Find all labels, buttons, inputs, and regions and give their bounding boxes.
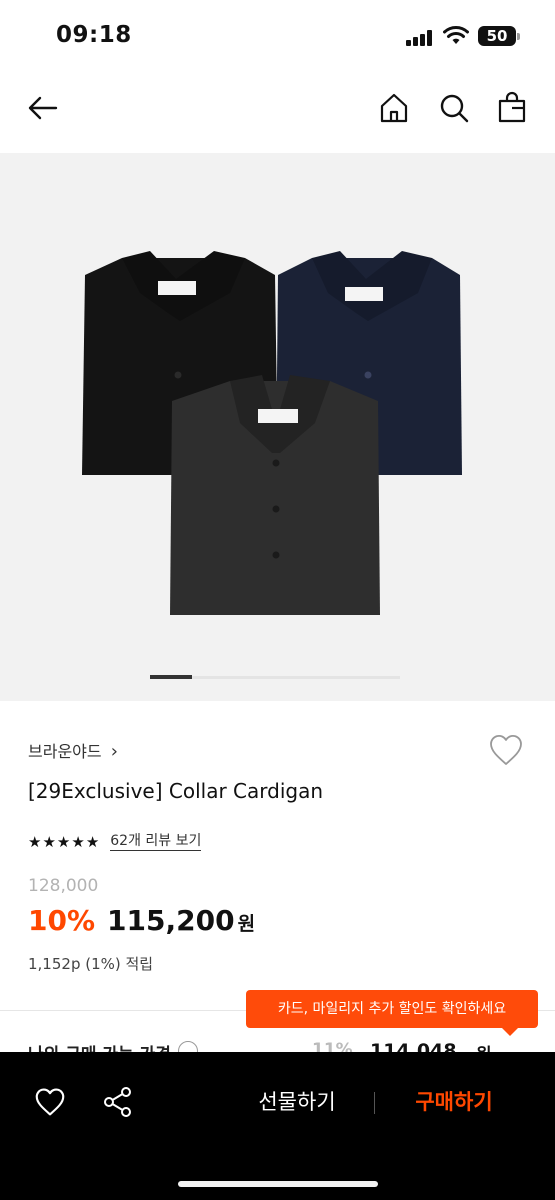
brand-link[interactable]: 브라운야드 › xyxy=(28,738,118,762)
star-icon: ★ xyxy=(42,833,56,851)
wishlist-button[interactable] xyxy=(488,733,524,767)
sale-price: 115,200 xyxy=(107,904,235,937)
back-button[interactable] xyxy=(22,88,62,128)
brand-name: 브라운야드 xyxy=(28,742,102,761)
product-image xyxy=(82,251,462,615)
rating-row: ★ ★ ★ ★ ★ 62개 리뷰 보기 xyxy=(28,833,202,851)
home-indicator[interactable] xyxy=(178,1181,378,1187)
product-image-gallery[interactable] xyxy=(0,153,555,701)
review-link[interactable]: 62개 리뷰 보기 xyxy=(110,833,202,851)
search-button[interactable] xyxy=(434,88,474,128)
shopping-bag-icon xyxy=(498,91,526,123)
discount-rate: 10% xyxy=(28,904,96,937)
home-icon xyxy=(380,93,408,123)
chevron-right-icon: › xyxy=(110,741,118,762)
top-nav xyxy=(0,78,555,142)
bottom-action-bar: 선물하기 구매하기 xyxy=(0,1052,555,1200)
currency-unit: 원 xyxy=(237,913,256,935)
gallery-progress-indicator xyxy=(150,675,192,679)
cellular-signal-icon xyxy=(406,30,434,46)
discount-tooltip[interactable]: 카드, 마일리지 추가 할인도 확인하세요 xyxy=(246,990,538,1036)
arrow-left-icon xyxy=(28,96,58,120)
original-price: 128,000 xyxy=(28,876,99,896)
home-button[interactable] xyxy=(374,88,414,128)
star-icon: ★ xyxy=(85,833,100,851)
price-row: 10% 115,200 원 xyxy=(28,904,255,937)
action-divider xyxy=(374,1092,375,1114)
bottom-wishlist-button[interactable] xyxy=(32,1084,68,1120)
star-icon: ★ xyxy=(71,833,85,851)
gift-button[interactable]: 선물하기 xyxy=(238,1084,356,1120)
points-info: 1,152p (1%) 적립 xyxy=(28,955,154,973)
heart-icon xyxy=(490,734,522,765)
star-icon: ★ xyxy=(56,833,71,851)
status-time: 09:18 xyxy=(56,22,132,48)
buy-button[interactable]: 구매하기 xyxy=(392,1084,516,1120)
share-icon xyxy=(104,1087,131,1117)
search-icon xyxy=(440,94,469,123)
product-title: [29Exclusive] Collar Cardigan xyxy=(28,779,323,803)
cart-button[interactable] xyxy=(492,88,532,128)
status-bar: 09:18 50 xyxy=(0,0,555,70)
battery-icon: 50 xyxy=(478,26,520,46)
wifi-icon xyxy=(443,26,469,46)
share-button[interactable] xyxy=(100,1084,136,1120)
heart-icon xyxy=(35,1088,65,1116)
star-icon: ★ xyxy=(28,833,42,851)
